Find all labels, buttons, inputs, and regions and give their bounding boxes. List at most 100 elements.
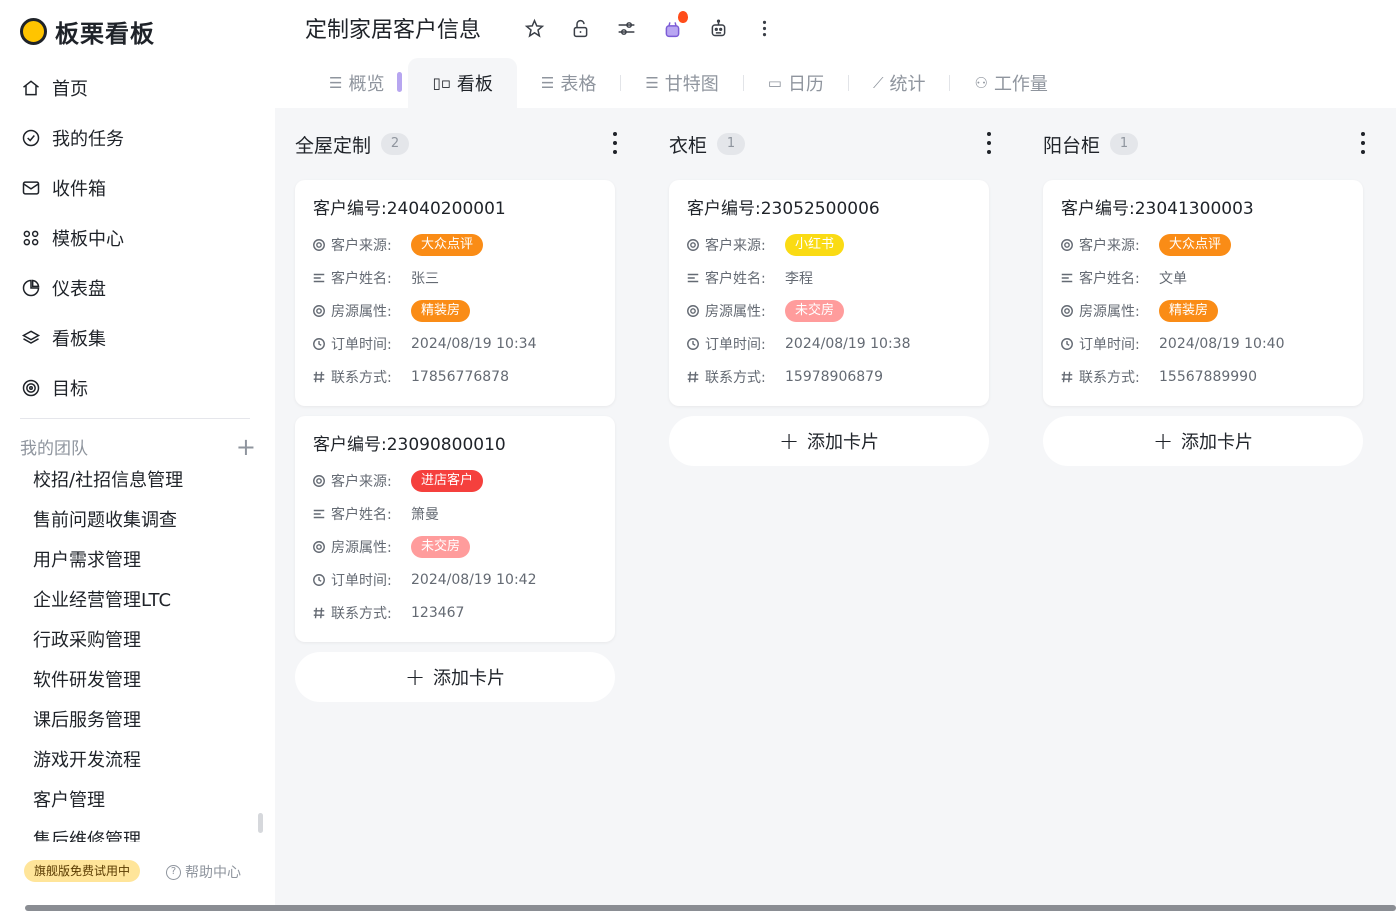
team-item[interactable]: 用户需求管理 [33, 541, 253, 581]
app-logo[interactable]: 板栗看板 [20, 14, 155, 49]
field-label: 订单时间: [331, 336, 392, 353]
permission-button[interactable] [569, 14, 591, 42]
customer-card[interactable]: 客户编号:23041300003 客户来源: 大众点评 客户姓名: 文单 房源属性: 精装房… [1043, 180, 1363, 406]
add-card-button[interactable]: + 添加卡片 [295, 652, 615, 702]
workload-icon: ⚇ [974, 74, 988, 92]
automation-button[interactable] [707, 14, 729, 42]
view-tabs: ☰ 概览 ▯▫ 看板 ☰ 表格 ☰ 甘特图 ▭ 日历 ⟋ 统计 ⚇ 工作量 [305, 58, 1072, 108]
favorite-button[interactable] [523, 14, 545, 42]
hash-icon [311, 369, 327, 385]
column-more-icon[interactable] [612, 132, 618, 154]
add-team-button[interactable]: + [236, 435, 256, 459]
field-value: 2024/08/19 10:38 [785, 335, 911, 352]
card-field-name: 客户姓名: 箫曼 [311, 497, 599, 530]
text-lines-icon [311, 270, 327, 286]
nav-item-templates[interactable]: 模板中心 [20, 213, 260, 263]
source-icon [1059, 237, 1075, 253]
property-icon [311, 539, 327, 555]
nav-item-home[interactable]: 首页 [20, 63, 260, 113]
nav-item-label: 目标 [52, 379, 88, 400]
team-item[interactable]: 校招/社招信息管理 [33, 461, 253, 501]
home-icon [20, 77, 42, 99]
customer-card[interactable]: 客户编号:24040200001 客户来源: 大众点评 客户姓名: 张三 房源属性: 精装房… [295, 180, 615, 406]
card-field-property: 房源属性: 精装房 [1059, 294, 1347, 327]
field-label: 客户来源: [1079, 237, 1140, 254]
tab-gantt[interactable]: ☰ 甘特图 [621, 58, 742, 108]
hash-icon [311, 605, 327, 621]
sidebar-scrollbar[interactable] [258, 813, 263, 833]
tab-label: 统计 [889, 74, 926, 95]
team-item[interactable]: 游戏开发流程 [33, 741, 253, 781]
column-more-icon[interactable] [1360, 132, 1366, 154]
customer-card[interactable]: 客户编号:23090800010 客户来源: 进店客户 客户姓名: 箫曼 房源属性: 未交房… [295, 416, 615, 642]
more-button[interactable] [753, 14, 775, 42]
field-value: 文单 [1159, 270, 1187, 287]
plugin-button[interactable] [661, 11, 688, 42]
tab-overview[interactable]: ☰ 概览 [305, 58, 408, 108]
customer-card[interactable]: 客户编号:23052500006 客户来源: 小红书 客户姓名: 李程 房源属性: 未交房订… [669, 180, 989, 406]
settings-button[interactable] [615, 14, 637, 42]
nav-item-my-tasks[interactable]: 我的任务 [20, 113, 260, 163]
field-label: 联系方式: [331, 369, 392, 386]
property-icon [685, 303, 701, 319]
source-icon [685, 237, 701, 253]
team-header: 我的团队 + [20, 434, 256, 460]
tab-kanban[interactable]: ▯▫ 看板 [408, 58, 517, 108]
tab-label: 工作量 [993, 74, 1048, 95]
tab-label: 甘特图 [664, 74, 719, 95]
plus-icon: + [778, 427, 800, 455]
nav-item-label: 仪表盘 [52, 279, 106, 300]
card-field-source: 客户来源: 大众点评 [311, 228, 599, 261]
field-label: 房源属性: [1079, 303, 1140, 320]
tab-table[interactable]: ☰ 表格 [517, 58, 620, 108]
card-field-source: 客户来源: 大众点评 [1059, 228, 1347, 261]
column-more-icon[interactable] [986, 132, 992, 154]
pie-chart-icon [20, 277, 42, 299]
team-item[interactable]: 售前问题收集调查 [33, 501, 253, 541]
template-icon [20, 227, 42, 249]
team-item[interactable]: 客户管理 [33, 781, 253, 821]
tab-calendar[interactable]: ▭ 日历 [744, 58, 848, 108]
logo-icon [20, 18, 47, 45]
clock-icon [685, 336, 701, 352]
tab-label: 看板 [456, 74, 493, 95]
field-label: 订单时间: [331, 572, 392, 589]
field-label: 房源属性: [331, 539, 392, 556]
nav-item-label: 收件箱 [52, 179, 106, 200]
team-item[interactable]: 软件研发管理 [33, 661, 253, 701]
nav-item-inbox[interactable]: 收件箱 [20, 163, 260, 213]
horizontal-scrollbar[interactable] [25, 905, 1396, 911]
team-item[interactable]: 课后服务管理 [33, 701, 253, 741]
trial-badge[interactable]: 旗舰版免费试用中 [24, 860, 141, 882]
board-header: 定制家居客户信息 ☰ 概览 ▯▫ 看板 ☰ 表格 ☰ 甘特图 ▭ 日历 ⟋ 统计… [275, 0, 1396, 108]
field-value: 15978906879 [785, 368, 883, 385]
nav-item-board-sets[interactable]: 看板集 [20, 313, 260, 363]
column-title: 全屋定制 [295, 134, 372, 157]
add-card-button[interactable]: + 添加卡片 [669, 416, 989, 466]
main-nav: 首页 我的任务 收件箱 模板中心 仪表盘 看板集 目标 [20, 63, 260, 413]
field-value: 17856776878 [411, 368, 509, 385]
nav-item-goals[interactable]: 目标 [20, 363, 260, 413]
nav-item-dashboard[interactable]: 仪表盘 [20, 263, 260, 313]
field-value: 15567889990 [1159, 368, 1257, 385]
team-list[interactable]: 校招/社招信息管理 售前问题收集调查 用户需求管理 企业经营管理LTC 行政采购… [33, 461, 253, 842]
kanban-column: 全屋定制 2 客户编号:24040200001 客户来源: 大众点评 客户姓名: 张三 房源属… [295, 108, 618, 702]
field-label: 房源属性: [705, 303, 766, 320]
active-tab-indicator [397, 72, 402, 92]
tab-workload[interactable]: ⚇ 工作量 [950, 58, 1071, 108]
column-count-badge: 1 [717, 133, 746, 155]
field-label: 客户姓名: [331, 506, 392, 523]
unlock-icon [573, 19, 587, 37]
line-chart-icon: ⟋ [872, 74, 884, 92]
field-tag: 进店客户 [411, 469, 484, 492]
column-header: 衣柜 1 [669, 108, 992, 180]
team-item[interactable]: 行政采购管理 [33, 621, 253, 661]
help-center-link[interactable]: ? 帮助中心 [166, 862, 241, 882]
clock-icon [311, 572, 327, 588]
team-item[interactable]: 企业经营管理LTC [33, 581, 253, 621]
field-tag: 未交房 [785, 299, 845, 322]
tab-statistics[interactable]: ⟋ 统计 [849, 58, 950, 108]
team-item[interactable]: 售后维修管理 [33, 821, 253, 842]
field-tag: 大众点评 [411, 233, 484, 256]
add-card-button[interactable]: + 添加卡片 [1043, 416, 1363, 466]
